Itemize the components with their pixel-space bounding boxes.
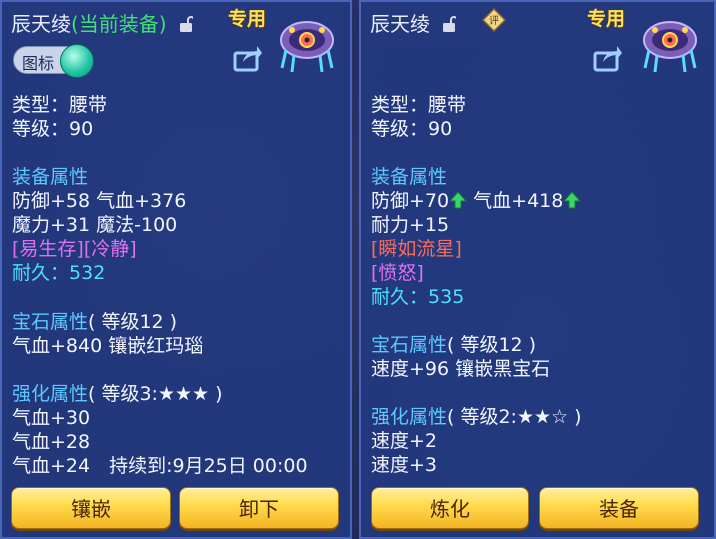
equip-attr-header: 装备属性: [12, 166, 89, 188]
icon-toggle-label: 图标: [22, 54, 55, 73]
enhance-attr-line: 气血+30: [12, 407, 91, 429]
gem-attr-line: 气血+840 镶嵌红玛瑙: [12, 335, 204, 357]
gem-level: ( 等级12 ): [88, 311, 178, 333]
equip-attr-line: 防御+70 气血+418: [371, 190, 582, 212]
enhance-attr-header-line: 强化属性( 等级3:★★★ ): [12, 383, 223, 405]
item-title: 辰天绫: [370, 8, 457, 37]
gem-attr-line: 速度+96 镶嵌黑宝石: [371, 358, 551, 380]
item-name: 辰天绫: [370, 12, 430, 36]
durability-value: 532: [69, 262, 106, 284]
enhance-attr-header-line: 强化属性( 等级2:★★☆ ): [371, 406, 582, 428]
rate-icon-label: 评: [489, 15, 499, 27]
current-equipment-panel: 辰天绫(当前装备) 专用 图标 类型：腰带 等级：90 装备属性 防御+58 气…: [0, 0, 352, 539]
special-tag: 专用: [228, 8, 267, 30]
durability-line: 耐久：535: [371, 286, 464, 308]
equip-button[interactable]: 装备: [539, 487, 699, 529]
belt-item-icon: [643, 21, 697, 73]
rate-icon[interactable]: 评: [482, 8, 506, 32]
gem-attr-header-line: 宝石属性( 等级12 ): [12, 311, 177, 333]
enhance-attr-line: 速度+3: [371, 454, 438, 476]
unlock-icon[interactable]: [442, 16, 457, 32]
special-effect-line: [愤怒]: [371, 262, 424, 284]
unlock-icon[interactable]: [179, 16, 193, 32]
enhance-level: ( 等级3:★★★ ): [88, 383, 223, 405]
enhance-attr-line: 气血+24 持续到:9月25日 00:00: [12, 455, 308, 477]
share-icon[interactable]: [233, 44, 263, 72]
gem-level: ( 等级12 ): [447, 334, 537, 356]
item-level: 等级：90: [371, 118, 453, 140]
item-name: 辰天绫: [11, 12, 71, 36]
enhance-attr-line: 速度+2: [371, 430, 438, 452]
gem-attr-header: 宝石属性: [371, 334, 448, 356]
gem-attr-header-line: 宝石属性( 等级12 ): [371, 334, 536, 356]
toggle-knob[interactable]: [60, 44, 94, 78]
arrow-up-icon: [563, 191, 582, 209]
special-effect-line: [易生存][冷静]: [12, 238, 137, 260]
current-equipped-tag: (当前装备): [71, 12, 167, 36]
hp-stat: 气血+418: [473, 190, 564, 212]
inlay-button[interactable]: 镶嵌: [11, 487, 171, 529]
item-level: 等级：90: [12, 118, 94, 140]
enhance-attr-header: 强化属性: [12, 383, 89, 405]
equip-attr-header: 装备属性: [371, 166, 448, 188]
durability-label: 耐久：: [371, 286, 429, 308]
gem-attr-header: 宝石属性: [12, 311, 89, 333]
share-icon[interactable]: [593, 44, 623, 72]
durability-value: 535: [428, 286, 465, 308]
defense-stat: 防御+70: [371, 190, 450, 212]
compare-equipment-panel: 辰天绫 评 专用 类型：腰带 等级：90 装备属性 防御+70 气血+418 耐…: [359, 0, 716, 539]
equip-attr-line: 魔力+31 魔法-100: [12, 214, 178, 236]
durability-line: 耐久：532: [12, 262, 105, 284]
item-type: 类型：腰带: [371, 94, 467, 116]
special-skill-line: [瞬如流星]: [371, 238, 462, 260]
enhance-attr-header: 强化属性: [371, 406, 448, 428]
item-type: 类型：腰带: [12, 94, 108, 116]
icon-toggle[interactable]: 图标: [13, 44, 94, 78]
refine-button[interactable]: 炼化: [371, 487, 529, 529]
equip-attr-line: 耐力+15: [371, 214, 450, 236]
special-tag: 专用: [587, 8, 626, 30]
enhance-level: ( 等级2:★★☆ ): [447, 406, 582, 428]
arrow-up-icon: [449, 191, 468, 209]
belt-item-icon: [280, 21, 334, 73]
item-title: 辰天绫(当前装备): [11, 8, 193, 37]
enhance-attr-line: 气血+28: [12, 431, 91, 453]
durability-label: 耐久：: [12, 262, 70, 284]
equip-attr-line: 防御+58 气血+376: [12, 190, 187, 212]
unequip-button[interactable]: 卸下: [179, 487, 339, 529]
